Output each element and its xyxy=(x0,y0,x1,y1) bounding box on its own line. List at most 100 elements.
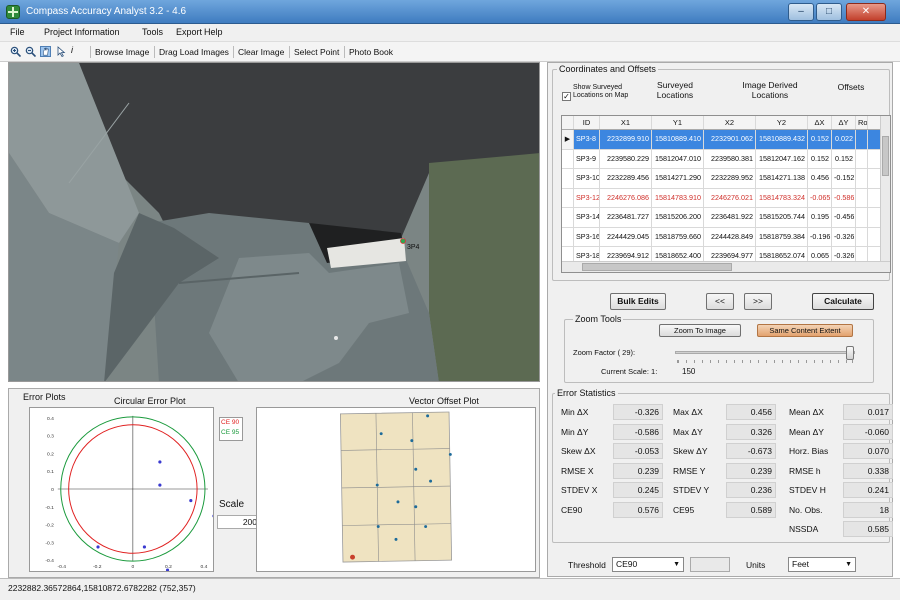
pan-hand-icon[interactable] xyxy=(40,46,51,57)
image-derived-header: Image Derived Locations xyxy=(742,80,798,100)
maximize-button[interactable]: □ xyxy=(816,3,842,21)
error-point xyxy=(158,483,162,487)
error-point xyxy=(189,498,193,503)
ce-legend: CE 90 CE 95 xyxy=(219,417,243,441)
table-cell: -0.456 xyxy=(832,208,856,227)
stat-value: -0.060 xyxy=(843,423,893,440)
table-row[interactable]: SP3-10 2232289.456 15814271.290 2232289.952… xyxy=(562,169,890,189)
stat-value: 0.326 xyxy=(726,423,776,440)
table-cell: -0.152 xyxy=(832,169,856,188)
menu-export[interactable]: Export xyxy=(176,27,202,37)
zoom-to-image-button[interactable]: Zoom To Image xyxy=(659,324,741,337)
minimize-button[interactable]: – xyxy=(788,3,814,21)
table-cell: 0.152 xyxy=(808,149,832,168)
zoom-in-icon[interactable] xyxy=(10,46,21,57)
coordinates-table[interactable]: ID X1 Y1 X2 Y2 ΔX ΔY Ro ▶ SP3-8 2232899.910 158108… xyxy=(561,115,891,273)
table-cell: SP3-12 xyxy=(574,188,600,207)
table-row[interactable]: SP3-14 2236481.727 15815206.200 2236481.922… xyxy=(562,208,890,228)
menu-help[interactable]: Help xyxy=(204,27,223,37)
column-header[interactable]: Y1 xyxy=(652,116,704,129)
y-tick-label: -0.2 xyxy=(45,523,54,529)
stat-label: STDEV Y xyxy=(673,485,710,495)
table-row[interactable]: SP3-16 2244429.045 15818759.660 2244428.849… xyxy=(562,227,890,247)
clear-image-button[interactable]: Clear Image xyxy=(233,46,284,58)
previous-button[interactable]: << xyxy=(706,293,734,310)
table-cell xyxy=(856,169,868,188)
info-icon[interactable]: i xyxy=(71,45,82,56)
drag-load-images-button[interactable]: Drag Load Images xyxy=(154,46,229,58)
stat-value: 0.070 xyxy=(843,443,893,459)
menu-file[interactable]: File xyxy=(10,27,25,37)
chevron-down-icon: ▼ xyxy=(673,561,680,568)
zoom-factor-label: Zoom Factor ( 29): xyxy=(573,348,636,357)
stat-label: CE95 xyxy=(673,504,695,515)
close-button[interactable]: ✕ xyxy=(846,3,886,21)
menu-project-information[interactable]: Project Information xyxy=(44,27,120,37)
stat-label: Skew ΔY xyxy=(673,446,708,456)
current-scale-label: Current Scale: 1: xyxy=(601,367,658,376)
zoom-slider-knob[interactable] xyxy=(846,346,855,360)
stat-label: NSSDA xyxy=(789,524,819,534)
aerial-image-view[interactable]: 3P4 xyxy=(8,62,540,382)
y-tick-label: 0.1 xyxy=(47,469,54,475)
stat-value: 0.241 xyxy=(843,482,893,498)
column-header[interactable]: ΔX xyxy=(808,116,832,129)
next-button[interactable]: >> xyxy=(744,293,772,310)
bulk-edits-button[interactable]: Bulk Edits xyxy=(610,293,666,310)
stat-value: 18 xyxy=(843,501,893,518)
table-cell: 15814783.324 xyxy=(756,188,808,207)
column-header[interactable]: Ro xyxy=(856,116,868,129)
cursor-coordinates: 2232882.36572864,15810872.6782282 (752,3… xyxy=(8,583,196,593)
table-cell: 0.152 xyxy=(808,130,832,149)
stat-label: RMSE Y xyxy=(673,465,706,476)
select-arrow-icon[interactable] xyxy=(56,46,67,57)
status-bar: 2232882.36572864,15810872.6782282 (752,3… xyxy=(0,578,900,600)
right-panel: Coordinates and Offsets ✓ Show Surveyed … xyxy=(547,62,893,577)
show-surveyed-checkbox[interactable]: ✓ xyxy=(562,92,571,101)
table-row[interactable]: SP3-9 2239580.229 15812047.010 2239580.381 1… xyxy=(562,149,890,169)
table-row[interactable]: ▶ SP3-8 2232899.910 15810889.410 2232901.062… xyxy=(562,130,890,150)
table-cell: 2246276.021 xyxy=(704,188,756,207)
table-header: ID X1 Y1 X2 Y2 ΔX ΔY Ro xyxy=(562,116,890,130)
table-vertical-scrollbar[interactable] xyxy=(880,116,890,262)
column-header[interactable]: Y2 xyxy=(756,116,808,129)
x-tick-label: -0.2 xyxy=(93,564,102,570)
zoom-out-icon[interactable] xyxy=(25,46,36,57)
threshold-input[interactable] xyxy=(690,557,730,572)
vector-offset-plot xyxy=(256,407,536,572)
row-marker xyxy=(562,208,574,227)
y-tick-label: -0.4 xyxy=(45,558,54,564)
select-point-button[interactable]: Select Point xyxy=(289,46,339,58)
table-cell: 2232289.952 xyxy=(704,169,756,188)
table-cell xyxy=(856,227,868,246)
column-header[interactable]: X1 xyxy=(600,116,652,129)
x-tick-label: 0 xyxy=(131,564,134,570)
zoom-tools-title: Zoom Tools xyxy=(573,314,624,324)
units-select[interactable]: Feet ▼ xyxy=(788,557,856,572)
table-cell: 15814783.910 xyxy=(652,188,704,207)
threshold-select[interactable]: CE90 ▼ xyxy=(612,557,684,572)
scale-input[interactable]: 200 xyxy=(217,515,261,529)
row-marker xyxy=(562,188,574,207)
calculate-button[interactable]: Calculate xyxy=(812,293,874,310)
error-plots-title: Error Plots xyxy=(23,392,66,402)
stat-value: 0.245 xyxy=(613,482,663,498)
column-header[interactable]: ID xyxy=(574,116,600,129)
browse-image-button[interactable]: Browse Image xyxy=(90,46,149,58)
row-marker xyxy=(562,149,574,168)
error-statistics-group: Error Statistics Min ΔX -0.326 Min ΔY -0.58… xyxy=(552,388,893,543)
table-cell: SP3-16 xyxy=(574,227,600,246)
error-plots-panel: Error Plots Circular Error Plot Vector O… xyxy=(8,388,540,578)
stat-value: 0.589 xyxy=(726,501,776,518)
same-content-extent-button[interactable]: Same Content Extent xyxy=(757,324,853,337)
photo-book-button[interactable]: Photo Book xyxy=(344,46,393,58)
table-cell: SP3-14 xyxy=(574,208,600,227)
table-horizontal-scrollbar[interactable] xyxy=(562,261,890,272)
zoom-slider-ticks xyxy=(677,360,853,363)
menu-tools[interactable]: Tools xyxy=(142,27,163,37)
zoom-factor-slider[interactable] xyxy=(675,346,855,360)
table-row[interactable]: SP3-12 2246276.086 15814783.910 2246276.021… xyxy=(562,188,890,208)
column-header[interactable]: ΔY xyxy=(832,116,856,129)
column-header[interactable] xyxy=(562,116,574,129)
column-header[interactable]: X2 xyxy=(704,116,756,129)
